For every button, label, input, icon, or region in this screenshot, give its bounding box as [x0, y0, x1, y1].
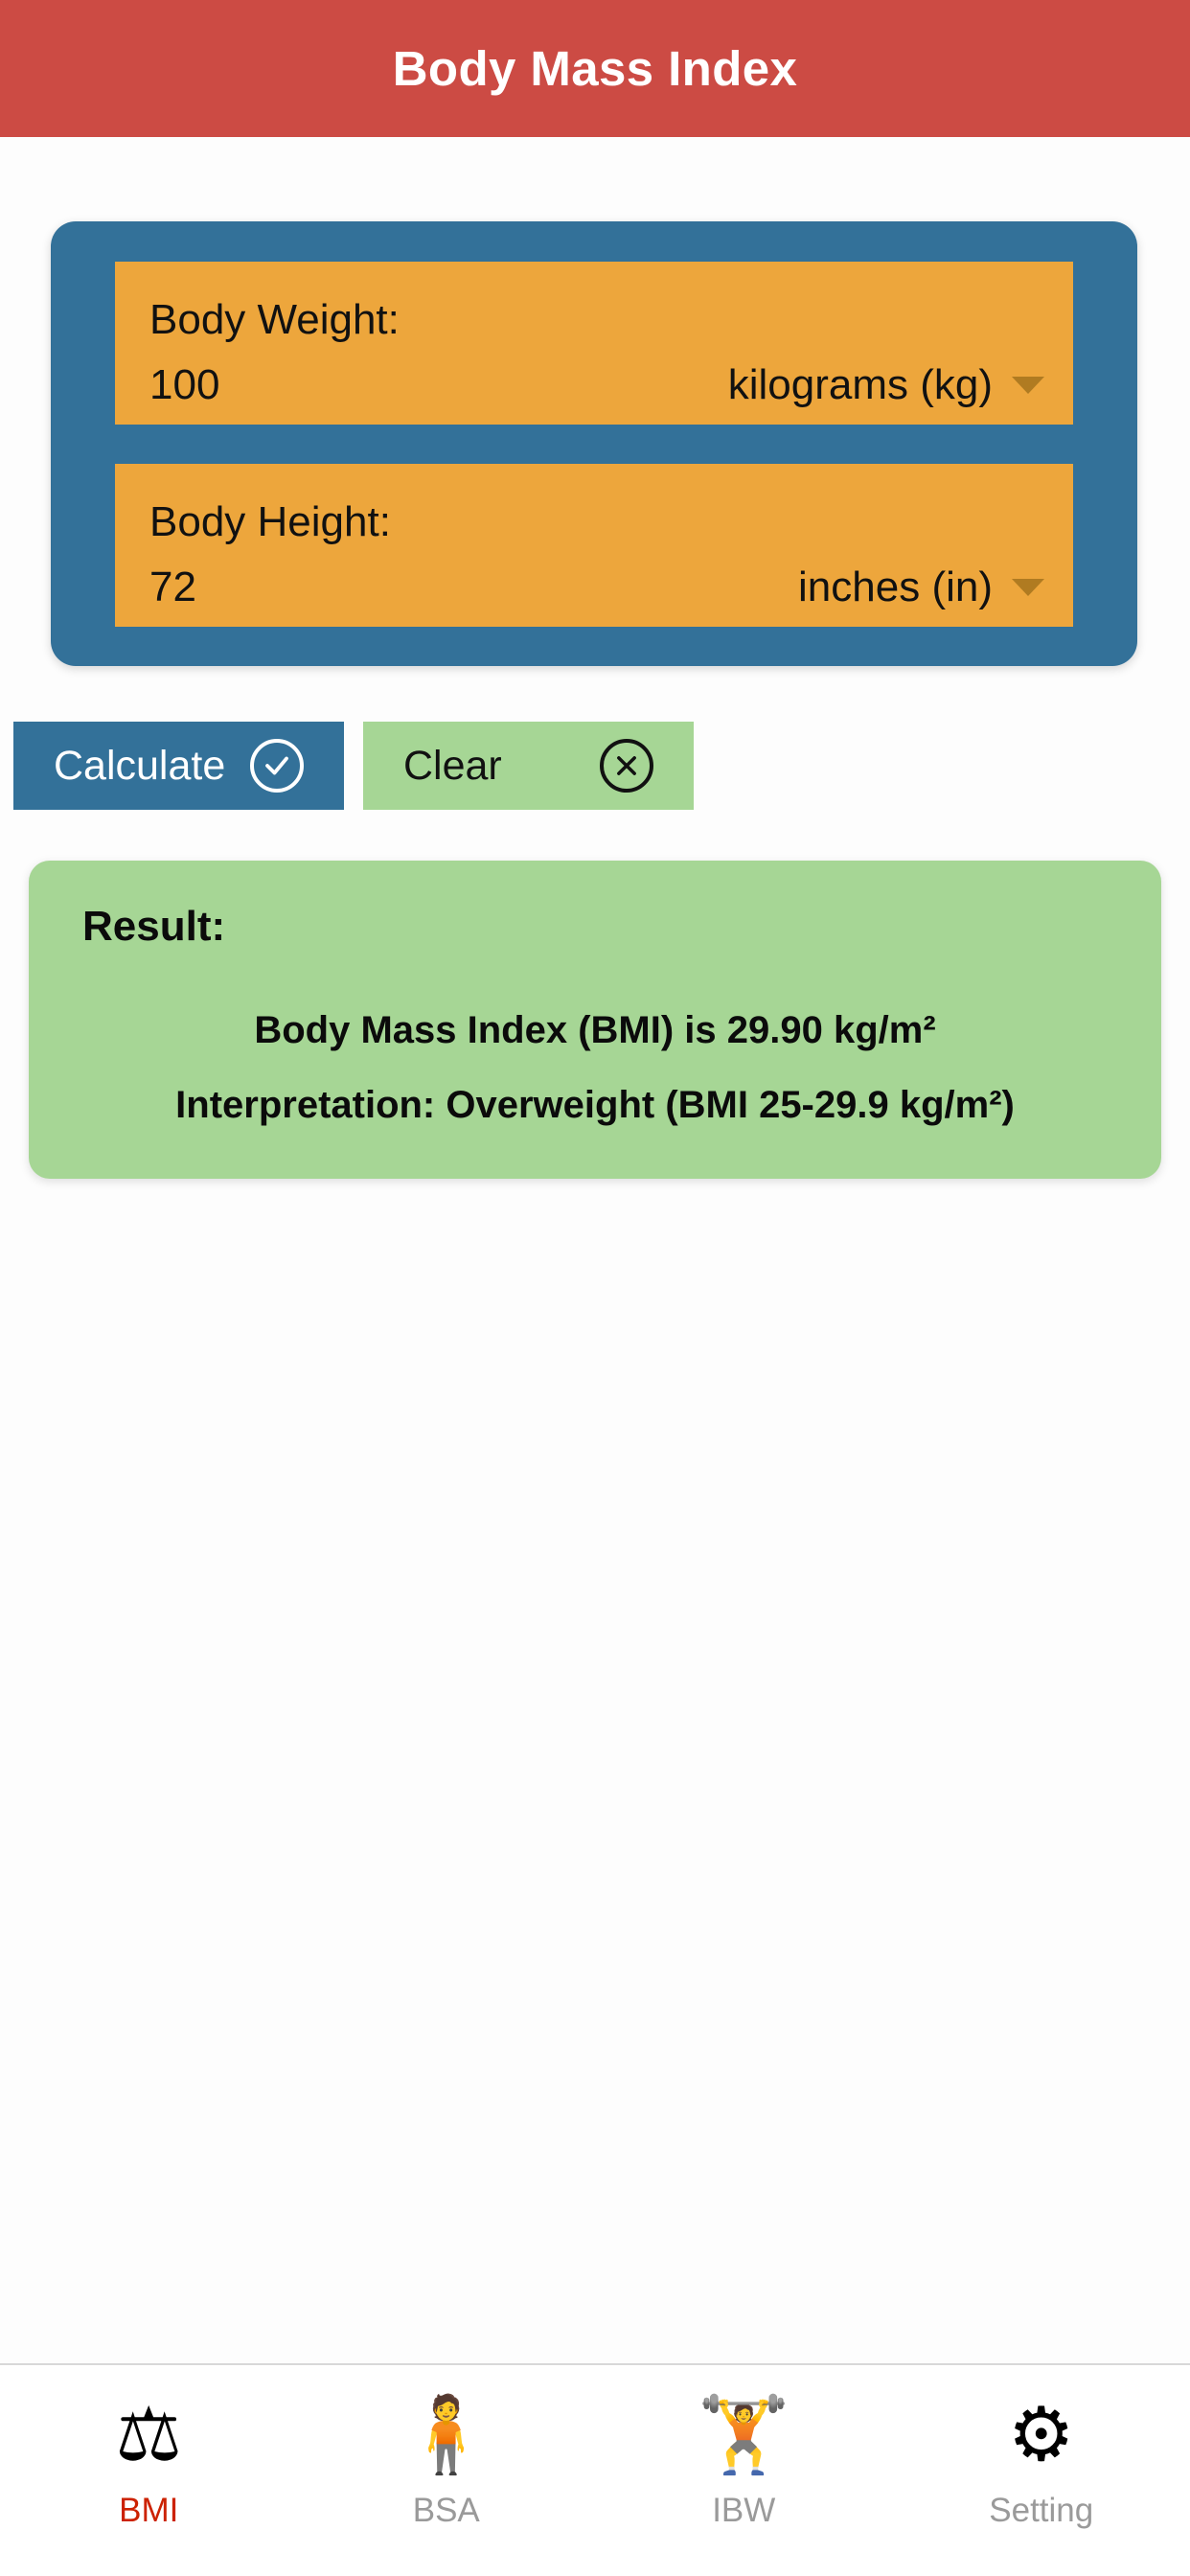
- body-height-label: Body Height:: [149, 498, 391, 545]
- bottom-tab-bar: ⚖ BMI 🧍 BSA 🏋 IBW ⚙ Setting: [0, 2363, 1190, 2576]
- weight-unit-value: kilograms (kg): [727, 361, 993, 408]
- body-weight-input[interactable]: 100: [149, 361, 264, 409]
- tab-ibw[interactable]: 🏋 IBW: [595, 2390, 893, 2530]
- action-button-row: Calculate Clear: [0, 722, 1190, 810]
- input-card: Body Weight: 100 kilograms (kg) Body Hei…: [51, 221, 1137, 666]
- tab-setting-label: Setting: [989, 2492, 1094, 2529]
- result-title: Result:: [82, 903, 226, 950]
- clear-button-label: Clear: [403, 742, 502, 789]
- tab-bsa-label: BSA: [412, 2492, 480, 2529]
- body-height-field-panel: Body Height: 72 inches (in): [115, 464, 1073, 627]
- main-content: Body Weight: 100 kilograms (kg) Body Hei…: [0, 137, 1190, 2363]
- tab-ibw-label: IBW: [712, 2492, 776, 2529]
- tab-setting[interactable]: ⚙ Setting: [893, 2390, 1190, 2530]
- bathroom-scale-icon: ⚖: [115, 2392, 183, 2476]
- clear-button[interactable]: Clear: [363, 722, 694, 810]
- chevron-down-icon: [1012, 377, 1044, 394]
- body-height-input[interactable]: 72: [149, 564, 264, 611]
- tab-bmi-label: BMI: [119, 2492, 179, 2529]
- app-screen: Body Mass Index Body Weight: 100 kilogra…: [0, 0, 1190, 2576]
- chevron-down-icon: [1012, 579, 1044, 596]
- result-card: Result: Body Mass Index (BMI) is 29.90 k…: [29, 861, 1161, 1179]
- height-unit-value: inches (in): [798, 564, 993, 610]
- body-weight-label: Body Weight:: [149, 296, 400, 343]
- body-height-row: 72 inches (in): [149, 564, 1044, 611]
- result-interpretation-text: Interpretation: Overweight (BMI 25-29.9 …: [175, 1084, 1015, 1126]
- app-header: Body Mass Index: [0, 0, 1190, 137]
- x-circle-icon: [600, 739, 653, 793]
- torso-body-icon: 🧍: [400, 2392, 493, 2476]
- body-weight-row: 100 kilograms (kg): [149, 361, 1044, 409]
- gear-icon: ⚙: [1007, 2392, 1075, 2476]
- weight-unit-dropdown[interactable]: kilograms (kg): [728, 361, 1044, 409]
- result-bmi-value-text: Body Mass Index (BMI) is 29.90 kg/m²: [254, 1009, 936, 1051]
- person-lifting-weights-icon: 🏋: [697, 2392, 790, 2476]
- calculate-button-label: Calculate: [54, 742, 226, 789]
- page-title: Body Mass Index: [392, 41, 798, 96]
- body-weight-field-panel: Body Weight: 100 kilograms (kg): [115, 262, 1073, 425]
- check-circle-icon: [250, 739, 304, 793]
- calculate-button[interactable]: Calculate: [13, 722, 344, 810]
- tab-bmi[interactable]: ⚖ BMI: [0, 2390, 298, 2530]
- height-unit-dropdown[interactable]: inches (in): [798, 564, 1044, 611]
- tab-bsa[interactable]: 🧍 BSA: [298, 2390, 596, 2530]
